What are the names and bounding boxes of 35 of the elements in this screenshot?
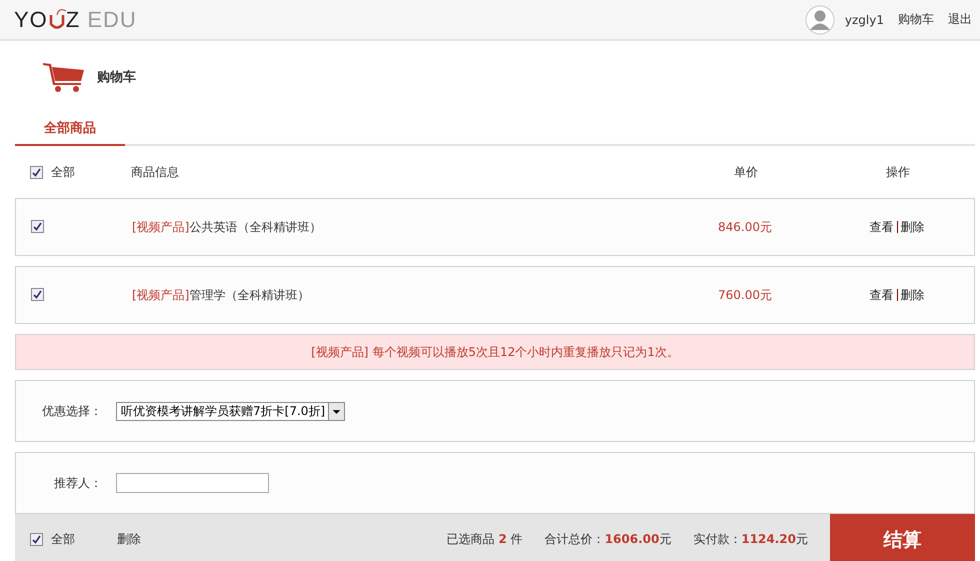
notice-text: [视频产品] 每个视频可以播放5次且12个小时内重复播放只记为1次。 xyxy=(311,344,679,360)
checkbox[interactable] xyxy=(30,533,43,546)
cart-icon xyxy=(43,61,85,93)
coupon-select[interactable]: 听优资模考讲解学员获赠7折卡[7.0折] xyxy=(116,402,346,420)
logo[interactable]: YO Z EDU xyxy=(14,6,137,32)
nav-link[interactable]: 购物车 xyxy=(898,11,934,28)
selected-count: 已选商品 2 件 xyxy=(446,531,523,548)
select-all-label: 全部 xyxy=(51,531,75,548)
checkbox[interactable] xyxy=(31,288,44,301)
paid-amount: 实付款：1124.20元 xyxy=(693,531,808,548)
view-link[interactable]: 查看 xyxy=(870,286,894,304)
page-title: 购物车 xyxy=(97,68,136,86)
product-name: [视频产品]公共英语（全科精讲班） xyxy=(132,218,322,236)
column-header: 单价 xyxy=(733,164,759,180)
user-name[interactable]: yzgly1 xyxy=(844,12,884,26)
tab[interactable]: 全部商品 xyxy=(15,113,125,146)
select-all-label: 全部 xyxy=(51,164,75,180)
delete-link[interactable]: 删除 xyxy=(900,286,924,304)
price: 760.00元 xyxy=(717,286,773,304)
checkout-button[interactable]: 结算 xyxy=(830,514,975,561)
referrer-label: 推荐人： xyxy=(53,474,103,492)
referrer-input[interactable] xyxy=(116,473,269,493)
nav-link[interactable]: 退出 xyxy=(948,11,972,28)
checkbox[interactable] xyxy=(31,220,44,233)
price: 846.00元 xyxy=(717,218,773,236)
checkbox[interactable] xyxy=(30,166,43,178)
product-name: [视频产品]管理学（全科精讲班） xyxy=(132,286,310,304)
total-price: 合计总价：1606.00元 xyxy=(544,531,672,548)
view-link[interactable]: 查看 xyxy=(870,218,894,236)
coupon-label: 优惠选择： xyxy=(41,402,103,420)
delete-link[interactable]: 删除 xyxy=(117,531,141,548)
column-header: 商品信息 xyxy=(131,164,180,180)
column-header: 操作 xyxy=(885,164,911,180)
delete-link[interactable]: 删除 xyxy=(900,218,924,236)
avatar-icon xyxy=(804,4,835,34)
